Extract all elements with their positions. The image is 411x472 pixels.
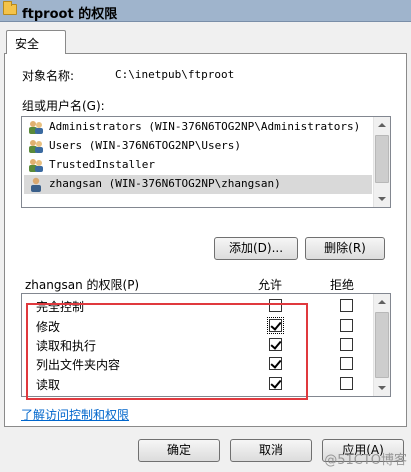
deny-checkbox[interactable] [340,357,353,370]
user-name: Users (WIN-376N6TOG2NP\Users) [49,139,242,152]
window-title: ftproot 的权限 [22,7,118,22]
cancel-button[interactable]: 取消 [230,439,312,462]
user-icon [31,177,41,192]
allow-checkbox[interactable] [269,338,282,351]
chevron-up-icon [378,300,386,304]
remove-button[interactable]: 删除(R) [305,237,385,260]
deny-checkbox[interactable] [340,299,353,312]
tab-security[interactable]: 安全 [6,30,66,54]
chevron-down-icon [378,197,386,201]
permission-row: 修改 [22,316,375,335]
scroll-down-button[interactable] [374,379,390,396]
scroll-up-button[interactable] [374,117,390,134]
object-name-label: 对象名称: [22,69,75,83]
permission-row: 读取 [22,374,375,393]
permission-name: 修改 [36,320,61,334]
scroll-thumb[interactable] [375,312,389,378]
allow-checkbox[interactable] [269,299,282,312]
list-item-selected[interactable]: zhangsan (WIN-376N6TOG2NP\zhangsan) [24,175,372,194]
group-users-icon [29,159,43,172]
chevron-down-icon [378,386,386,390]
deny-column-header: 拒绝 [330,278,355,292]
permissions-list: 完全控制 修改 读取和执行 列出文件夹内容 读取 [21,293,391,397]
deny-checkbox[interactable] [340,319,353,332]
allow-column-header: 允许 [258,278,283,292]
user-name: zhangsan (WIN-376N6TOG2NP\zhangsan) [49,177,281,190]
permissions-scrollbar[interactable] [373,294,390,396]
learn-access-control-link[interactable]: 了解访问控制和权限 [21,406,129,423]
list-item[interactable]: Users (WIN-376N6TOG2NP\Users) [24,137,372,156]
deny-checkbox[interactable] [340,377,353,390]
title-bar[interactable]: ftproot 的权限 [0,0,411,22]
deny-checkbox[interactable] [340,338,353,351]
add-button[interactable]: 添加(D)... [214,237,298,260]
allow-checkbox[interactable] [269,357,282,370]
allow-checkbox[interactable] [269,377,282,390]
list-item[interactable]: Administrators (WIN-376N6TOG2NP\Administ… [24,118,372,137]
ok-button[interactable]: 确定 [138,439,220,462]
group-users-icon [29,121,43,134]
user-name: TrustedInstaller [49,158,155,171]
scroll-down-button[interactable] [374,190,390,207]
permission-name: 完全控制 [36,300,85,314]
permission-row: 完全控制 [22,296,375,315]
user-list[interactable]: Administrators (WIN-376N6TOG2NP\Administ… [21,116,391,208]
object-name-value: C:\inetpub\ftproot [115,68,235,81]
user-list-scrollbar[interactable] [373,117,390,207]
permission-row: 列出文件夹内容 [22,354,375,373]
permissions-label: zhangsan 的权限(P) [25,278,140,292]
chevron-up-icon [378,123,386,127]
watermark: @51CTO博客 [324,453,407,468]
permission-name: 读取和执行 [36,339,97,353]
permission-row: 读取和执行 [22,335,375,354]
scroll-thumb[interactable] [375,135,389,183]
group-users-icon [29,140,43,153]
list-item[interactable]: TrustedInstaller [24,156,372,175]
folder-icon [3,1,17,15]
groups-label: 组或用户名(G): [22,99,105,113]
allow-checkbox[interactable] [267,317,284,334]
user-name: Administrators (WIN-376N6TOG2NP\Administ… [49,120,361,133]
permission-name: 读取 [36,378,61,392]
permission-name: 列出文件夹内容 [36,358,121,372]
scroll-up-button[interactable] [374,294,390,311]
